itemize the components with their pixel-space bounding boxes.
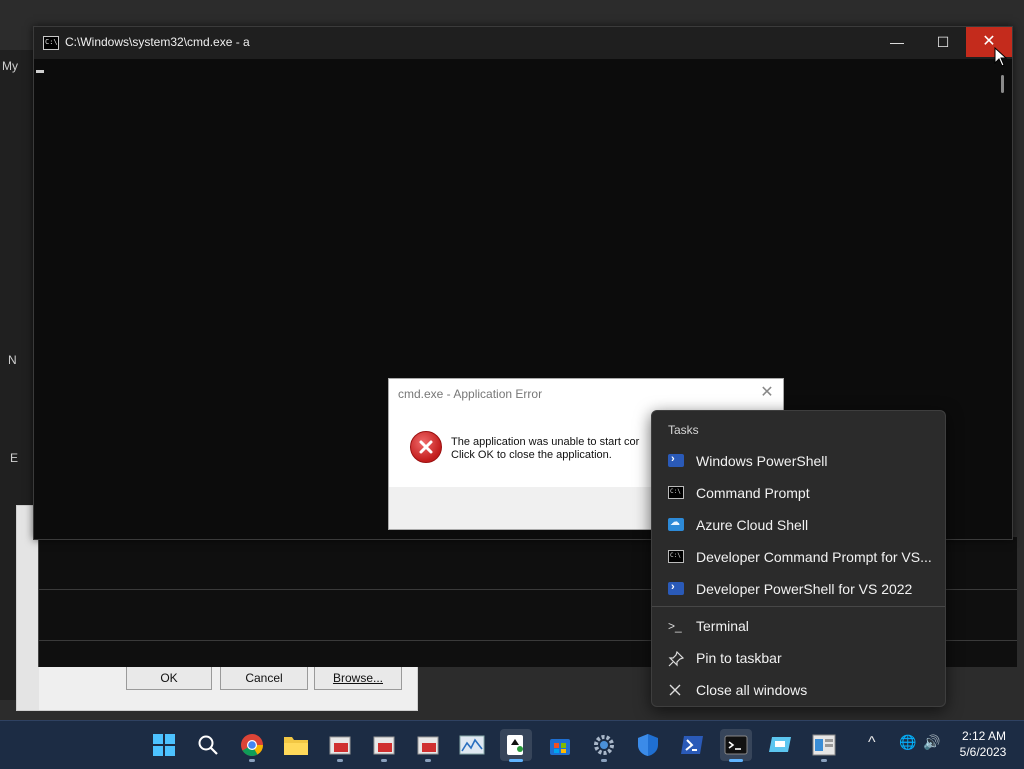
action-label: Close all windows <box>696 682 808 698</box>
toolbox-button[interactable] <box>324 729 356 762</box>
powershell-icon: › <box>668 581 684 595</box>
defender-icon <box>638 734 658 756</box>
defender-button[interactable] <box>632 729 664 761</box>
window-title: C:\Windows\system32\cmd.exe - a <box>65 35 250 49</box>
dialog-titlebar[interactable]: cmd.exe - Application Error ✕ <box>389 379 783 409</box>
clock-date[interactable]: 5/6/2023 <box>952 745 1014 759</box>
terminal-icon: >_ <box>668 619 682 633</box>
background-text: My <box>2 59 18 73</box>
running-indicator <box>249 759 255 762</box>
task-developer-command-prompt[interactable]: C:\ Developer Command Prompt for VS... <box>652 541 945 573</box>
solitaire-icon <box>507 735 523 755</box>
toolbox-button[interactable] <box>412 729 444 762</box>
task-command-prompt[interactable]: C:\ Command Prompt <box>652 477 945 509</box>
pin-icon <box>668 650 685 667</box>
task-label: Developer Command Prompt for VS... <box>696 549 932 565</box>
background-text: N <box>8 353 17 367</box>
running-indicator <box>337 759 343 762</box>
remote-desktop-button[interactable] <box>764 729 796 761</box>
settings-button[interactable] <box>588 729 620 762</box>
action-pin-to-taskbar[interactable]: Pin to taskbar <box>652 642 945 674</box>
running-indicator <box>381 759 387 762</box>
error-message-line2: Click OK to close the application. <box>451 449 612 461</box>
dialog-close-button[interactable]: ✕ <box>757 383 777 403</box>
running-indicator <box>509 759 523 762</box>
toolbox-icon <box>417 736 439 755</box>
task-windows-powershell[interactable]: › Windows PowerShell <box>652 445 945 477</box>
store-button[interactable] <box>544 729 576 761</box>
cmd-icon: C:\ <box>43 36 59 50</box>
file-explorer-button[interactable] <box>280 729 312 761</box>
cancel-button[interactable]: Cancel <box>220 666 308 690</box>
solitaire-button[interactable] <box>500 729 532 762</box>
task-label: Developer PowerShell for VS 2022 <box>696 581 913 597</box>
cmd-icon-text: C:\ <box>45 38 58 46</box>
search-icon <box>198 735 218 755</box>
error-message-line1: The application was unable to start cor <box>451 436 640 448</box>
settings-icon <box>594 735 614 755</box>
chrome-icon <box>241 734 263 756</box>
task-developer-powershell[interactable]: › Developer PowerShell for VS 2022 <box>652 573 945 605</box>
scrollbar[interactable] <box>996 67 1010 535</box>
volume-icon[interactable]: 🔊 <box>923 734 940 751</box>
running-indicator <box>729 759 743 762</box>
network-icon[interactable]: 🌐 <box>899 734 916 751</box>
running-indicator <box>601 759 607 762</box>
action-terminal[interactable]: >_ Terminal <box>652 610 945 642</box>
browse-button[interactable]: Browse... <box>314 666 402 690</box>
close-icon <box>668 683 684 696</box>
powershell-button[interactable] <box>676 729 708 761</box>
powershell-icon: › <box>668 453 684 467</box>
clock-time[interactable]: 2:12 AM <box>958 729 1010 743</box>
chrome-button[interactable] <box>236 729 268 762</box>
jumplist-separator <box>652 606 945 607</box>
toolbox-button[interactable] <box>368 729 400 762</box>
action-label: Pin to taskbar <box>696 650 782 666</box>
jump-list: Tasks › Windows PowerShell C:\ Command P… <box>651 410 946 707</box>
mouse-pointer-icon <box>994 47 1008 67</box>
error-icon <box>410 431 442 463</box>
dialog-title: cmd.exe - Application Error <box>398 387 543 401</box>
scrollbar-thumb[interactable] <box>1001 75 1004 93</box>
task-label: Windows PowerShell <box>696 453 828 469</box>
start-button[interactable] <box>148 729 180 761</box>
performance-monitor-button[interactable] <box>456 729 488 761</box>
running-indicator <box>425 759 431 762</box>
file-explorer-icon <box>284 737 308 755</box>
task-label: Command Prompt <box>696 485 810 501</box>
registry-editor-button[interactable] <box>808 729 840 762</box>
windows-logo-icon <box>153 734 175 756</box>
minimize-button[interactable]: — <box>874 27 920 57</box>
console-cursor <box>36 70 44 73</box>
powershell-icon <box>681 736 703 754</box>
store-icon <box>550 739 570 755</box>
azure-icon: ☁ <box>668 517 684 531</box>
registry-icon <box>812 734 836 756</box>
terminal-icon <box>724 735 748 755</box>
maximize-button[interactable]: ☐ <box>920 27 966 57</box>
cmd-icon: C:\ <box>668 486 684 499</box>
remote-desktop-icon <box>769 737 791 752</box>
running-indicator <box>821 759 827 762</box>
cmd-icon: C:\ <box>668 550 684 563</box>
show-hidden-icons-button[interactable]: ^ <box>868 734 876 752</box>
action-close-all-windows[interactable]: Close all windows <box>652 674 945 706</box>
action-label: Terminal <box>696 618 749 634</box>
task-azure-cloud-shell[interactable]: ☁ Azure Cloud Shell <box>652 509 945 541</box>
jumplist-header: Tasks <box>668 423 699 437</box>
toolbox-icon <box>373 736 395 755</box>
task-label: Azure Cloud Shell <box>696 517 809 533</box>
ok-button[interactable]: OK <box>126 666 212 690</box>
cmd-titlebar[interactable]: C:\ C:\Windows\system32\cmd.exe - a — ☐ … <box>34 27 1012 59</box>
background-text: E <box>10 451 19 465</box>
taskbar: ^ 🌐 🔊 <box>0 720 1024 769</box>
search-button[interactable] <box>192 729 224 761</box>
toolbox-icon <box>329 736 351 755</box>
performance-monitor-icon <box>459 735 485 755</box>
terminal-button[interactable] <box>720 729 752 762</box>
